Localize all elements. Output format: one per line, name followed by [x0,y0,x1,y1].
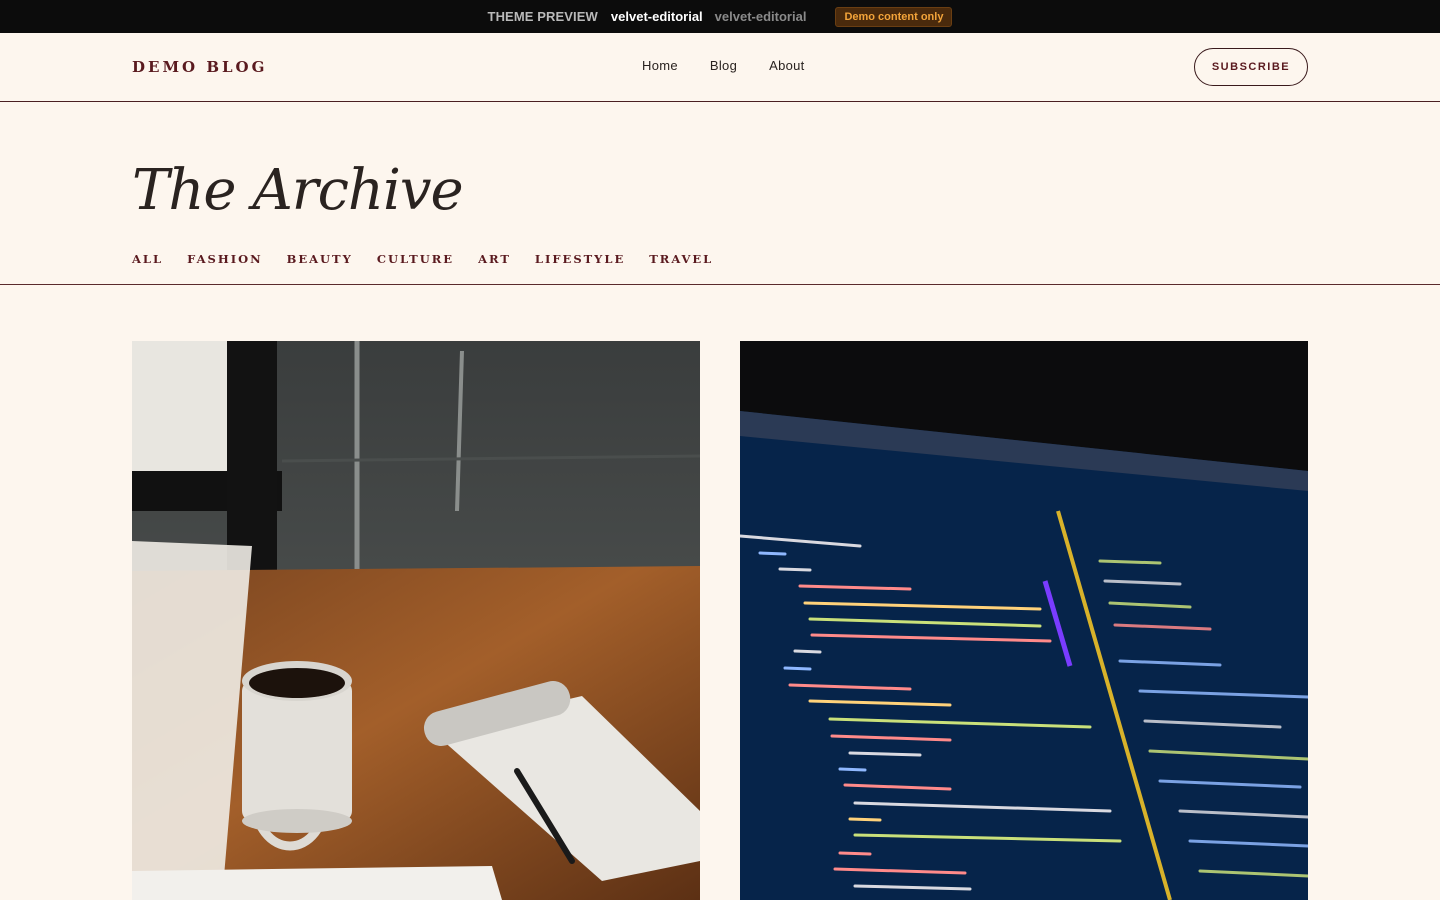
nav-blog[interactable]: Blog [710,58,737,73]
site-brand[interactable]: DEMO BLOG [132,58,267,76]
nav-about[interactable]: About [769,58,804,73]
category-all[interactable]: ALL [132,252,163,266]
category-beauty[interactable]: BEAUTY [287,252,353,266]
preview-theme-name: velvet-editorial [610,9,703,24]
post-image-code[interactable] [740,341,1308,900]
theme-preview-bar: THEME PREVIEW velvet-editorial velvet-ed… [0,0,1440,33]
divider [0,284,1440,285]
post-image-coffee[interactable] [132,341,700,900]
demo-content-badge: Demo content only [835,6,953,27]
page-title: The Archive [132,158,464,223]
category-culture[interactable]: CULTURE [377,252,454,266]
category-lifestyle[interactable]: LIFESTYLE [535,252,625,266]
site-header: DEMO BLOG Home Blog About SUBSCRIBE [0,33,1440,102]
nav-home[interactable]: Home [642,58,678,73]
category-nav: ALL FASHION BEAUTY CULTURE ART LIFESTYLE… [132,252,737,266]
preview-label: THEME PREVIEW [487,9,598,24]
category-art[interactable]: ART [478,252,511,266]
preview-theme-slug: velvet-editorial [714,9,807,24]
subscribe-button[interactable]: SUBSCRIBE [1194,48,1308,86]
main-nav: Home Blog About [642,58,805,73]
category-fashion[interactable]: FASHION [187,252,263,266]
category-travel[interactable]: TRAVEL [649,252,713,266]
